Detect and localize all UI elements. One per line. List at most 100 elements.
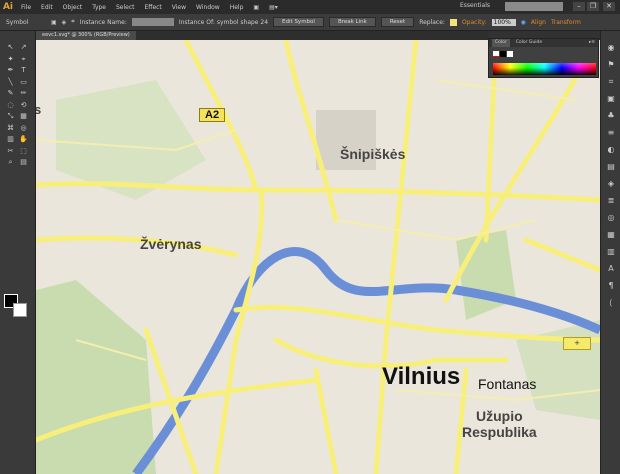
search-input[interactable] [505,2,563,11]
replace-swatch[interactable] [449,18,457,26]
tool-icon[interactable]: ✦ [6,55,15,64]
road [36,235,239,258]
tool-icon[interactable]: ✎ [6,89,15,98]
dock-panel-icon[interactable]: ⚑ [606,60,616,69]
black-swatch[interactable] [500,51,506,57]
menu-effect[interactable]: Effect [140,4,167,11]
tool-icon[interactable]: ⌕ [6,158,15,167]
dock-panel-icon[interactable]: ⌗ [606,77,616,86]
symbol-options-icon[interactable]: ⌗ [71,18,74,26]
dock-panel-icon[interactable]: ¶ [606,281,616,290]
tool-icon[interactable]: ╲ [6,78,15,87]
workspace-switcher[interactable]: Essentials [460,2,490,9]
bridge-icon[interactable]: ▣ [248,4,264,11]
menu-bar: Ai File Edit Object Type Select Effect V… [0,0,620,14]
stroke-swatch[interactable] [13,303,27,317]
map-label-uzupio: Užupio [476,408,523,424]
break-link-button[interactable]: Break Link [328,17,376,27]
color-spectrum[interactable] [493,63,596,75]
tool-icon[interactable]: ↖ [6,43,15,52]
tool-icon[interactable]: ✒ [6,66,15,75]
instance-name-label: Instance Name: [79,18,127,26]
reset-button[interactable]: Reset [380,17,415,27]
tool-icon[interactable]: ◎ [19,124,28,133]
park-area [36,280,156,474]
artboard-canvas[interactable]: A2 s Šnipiškės Žvėrynas Vilnius Fontanas… [36,40,600,474]
map-label-fontanas: Fontanas [478,376,537,392]
dock-panel-icon[interactable]: ♣ [606,111,616,120]
menu-window[interactable]: Window [191,4,225,11]
tab-color-guide[interactable]: Color Guide [516,39,542,47]
tool-icon[interactable]: ⌖ [19,55,28,64]
tool-icon[interactable]: ⌘ [6,124,15,133]
opacity-label[interactable]: Opacity: [462,19,487,26]
map-label-snipiskes: Šnipiškės [340,146,406,162]
tool-icon[interactable]: ✋ [19,135,28,144]
arrange-documents-icon[interactable]: ▤▾ [264,4,283,11]
opacity-input[interactable]: 100% [491,18,516,26]
dock-panel-icon[interactable]: ▣ [606,94,616,103]
dock-panel-icon[interactable]: ◐ [606,145,616,154]
dock-panel-icon[interactable]: ◈ [606,179,616,188]
instance-name-input[interactable] [131,18,174,26]
tool-icon[interactable]: ⬚ [19,147,28,156]
mode-label: Symbol [6,18,29,26]
menu-select[interactable]: Select [111,4,140,11]
tool-icon[interactable]: ⤡ [6,112,15,121]
close-button[interactable]: ✕ [603,2,615,11]
control-bar: Symbol ▣ ◈ ⌗ Instance Name: Instance Of:… [0,14,620,31]
dock-panel-icon[interactable]: ⟮ [606,298,616,307]
tool-icon[interactable]: ⟲ [19,101,28,110]
white-swatch[interactable] [507,51,513,57]
dock-panel-icon[interactable]: ▥ [606,247,616,256]
replace-label: Replace: [419,18,445,26]
map-label-zverynas: Žvėrynas [140,236,202,252]
tool-icon[interactable]: ▤ [19,158,28,167]
road [373,40,419,474]
menu-view[interactable]: View [167,4,191,11]
selected-symbol[interactable]: + [563,337,591,350]
highway-a2-label: A2 [199,108,226,122]
dock-panel-icon[interactable]: ◎ [606,213,616,222]
tool-icon[interactable]: ▭ [19,78,28,87]
road [523,237,600,273]
menu-file[interactable]: File [16,4,36,11]
dock-panel-icon[interactable]: A [606,264,616,273]
park-area [456,230,516,320]
dock-panel-icon[interactable]: ◉ [606,43,616,52]
tool-icon[interactable]: ▦ [19,112,28,121]
tool-icon[interactable]: T [19,66,28,75]
road [313,367,339,474]
document-tab[interactable]: eevc1.svg* @ 300% (RGB/Preview) [36,31,136,40]
app-logo: Ai [2,2,14,12]
instance-of-label: Instance Of: symbol shape 24 [178,18,269,26]
recolor-icon[interactable]: ◉ [521,19,526,26]
transform-link[interactable]: Transform [551,19,581,26]
tool-icon[interactable]: ✂ [6,147,15,156]
menu-object[interactable]: Object [58,4,88,11]
registration-icon[interactable]: ◈ [62,19,67,26]
menu-type[interactable]: Type [87,4,111,11]
tool-icon[interactable]: ▥ [6,135,15,144]
dock-panel-icon[interactable]: ≣ [606,196,616,205]
minimize-button[interactable]: – [573,2,585,11]
map-label-respublika: Respublika [462,424,537,440]
street [435,79,577,101]
dock-panel-icon[interactable]: ≡ [606,128,616,137]
dock-panel-icon[interactable]: ▦ [606,230,616,239]
symbol-icon[interactable]: ▣ [51,19,57,26]
menu-edit[interactable]: Edit [36,4,58,11]
restore-button[interactable]: ❐ [587,2,599,11]
tool-icon[interactable]: ◌ [6,101,15,110]
panel-dock: ◉ ⚑ ⌗ ▣ ♣ ≡ ◐ ▤ ◈ ≣ ◎ ▦ ▥ A ¶ ⟮ [600,31,620,474]
align-link[interactable]: Align [531,19,546,26]
tool-icon[interactable]: ↗ [19,43,28,52]
edit-symbol-button[interactable]: Edit Symbol [273,17,324,27]
tab-color[interactable]: Color [492,39,510,47]
tool-icon[interactable]: ✏ [19,89,28,98]
map-label-left-fragment: s [36,102,42,117]
menu-help[interactable]: Help [225,4,249,11]
dock-panel-icon[interactable]: ▤ [606,162,616,171]
panel-menu-icon[interactable]: ▸≡ [589,39,598,47]
none-swatch[interactable] [493,51,499,57]
